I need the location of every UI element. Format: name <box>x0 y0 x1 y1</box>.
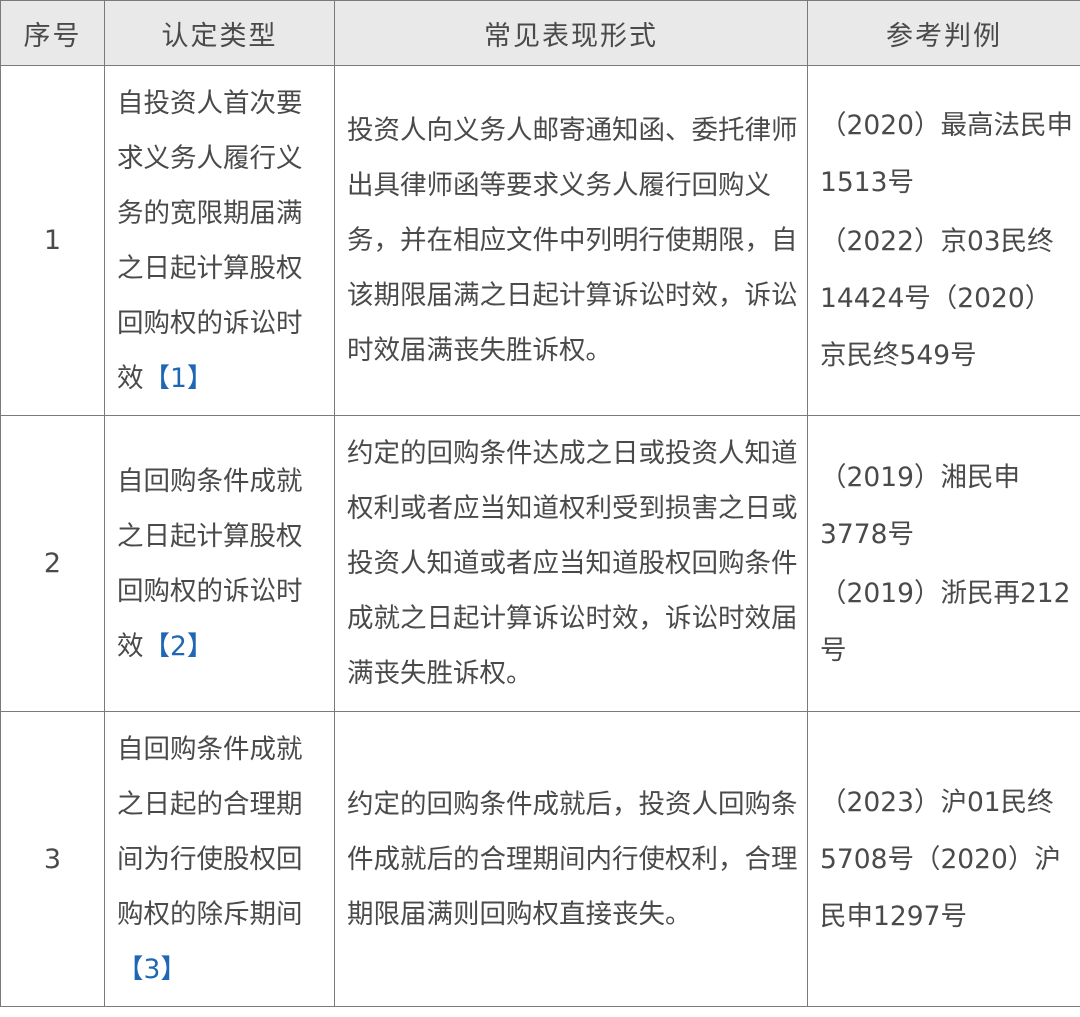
row-serial-number: 2 <box>0 415 105 712</box>
row-reference-cases: （2023）沪01民终5708号（2020）沪民申1297号 <box>807 711 1080 1007</box>
reference-case: （2019）浙民再212号 <box>820 577 1071 666</box>
header-serial-number: 序号 <box>0 0 105 66</box>
judgment-table: 序号 认定类型 常见表现形式 参考判例 1 自投资人首次要求义务人履行义务的宽限… <box>0 0 1080 1007</box>
reference-case: （2022）京03民终14424号（2020）京民终549号 <box>820 226 1054 371</box>
row-reference-cases: （2020）最高法民申1513号 （2022）京03民终14424号（2020）… <box>807 65 1080 416</box>
footnote-link[interactable]: 【1】 <box>144 363 214 394</box>
header-reference-cases: 参考判例 <box>807 0 1080 66</box>
row-common-form: 投资人向义务人邮寄通知函、委托律师出具律师函等要求义务人履行回购义务，并在相应文… <box>334 65 808 416</box>
table-row: 2 自回购条件成就之日起计算股权回购权的诉讼时效【2】 约定的回购条件达成之日或… <box>0 415 1080 712</box>
row-determination-type: 自回购条件成就之日起的合理期间为行使股权回购权的除斥期间【3】 <box>104 711 335 1007</box>
table-row: 1 自投资人首次要求义务人履行义务的宽限期届满之日起计算股权回购权的诉讼时效【1… <box>0 65 1080 416</box>
row-common-form: 约定的回购条件达成之日或投资人知道权利或者应当知道权利受到损害之日或投资人知道或… <box>334 415 808 712</box>
row-common-form: 约定的回购条件成就后，投资人回购条件成就后的合理期间内行使权利，合理期限届满则回… <box>334 711 808 1007</box>
row-serial-number: 3 <box>0 711 105 1007</box>
header-common-forms: 常见表现形式 <box>334 0 808 66</box>
footnote-link[interactable]: 【3】 <box>117 954 187 985</box>
footnote-link[interactable]: 【2】 <box>144 631 214 662</box>
row-reference-cases: （2019）湘民申3778号 （2019）浙民再212号 <box>807 415 1080 712</box>
table-row: 3 自回购条件成就之日起的合理期间为行使股权回购权的除斥期间【3】 约定的回购条… <box>0 711 1080 1007</box>
header-determination-type: 认定类型 <box>104 0 335 66</box>
reference-case: （2019）湘民申3778号 <box>820 461 1020 550</box>
reference-case: （2023）沪01民终5708号（2020）沪民申1297号 <box>820 786 1061 932</box>
type-text: 自回购条件成就之日起的合理期间为行使股权回购权的除斥期间 <box>117 733 303 930</box>
type-text: 自投资人首次要求义务人履行义务的宽限期届满之日起计算股权回购权的诉讼时效 <box>117 87 303 394</box>
table-header-row: 序号 认定类型 常见表现形式 参考判例 <box>0 0 1080 66</box>
row-serial-number: 1 <box>0 65 105 416</box>
reference-case: （2020）最高法民申1513号 <box>820 110 1073 198</box>
row-determination-type: 自回购条件成就之日起计算股权回购权的诉讼时效【2】 <box>104 415 335 712</box>
row-determination-type: 自投资人首次要求义务人履行义务的宽限期届满之日起计算股权回购权的诉讼时效【1】 <box>104 65 335 416</box>
